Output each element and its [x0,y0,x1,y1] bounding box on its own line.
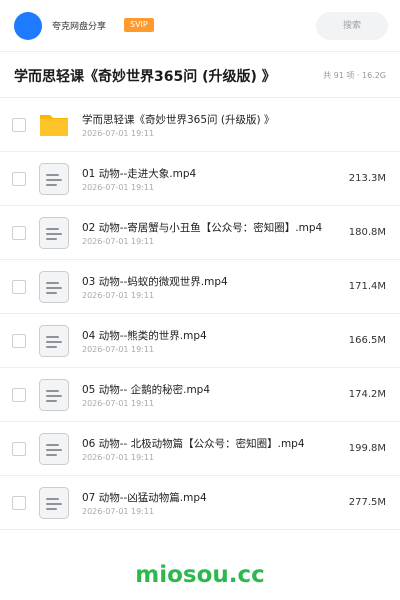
file-row[interactable]: 03 动物--蚂蚁的微观世界.mp4 2026-07-01 19:11 171.4M [0,260,400,314]
user-name: 夸克网盘分享 [52,22,107,32]
file-size: 199.8M [348,443,386,454]
page-title: 学而思轻课《奇妙世界365问 (升级版) 》 [14,69,276,85]
row-checkbox[interactable] [12,172,26,186]
file-name: 01 动物--走进大象.mp4 [82,168,197,180]
file-icon [39,379,69,411]
vip-badge: SVIP [124,18,154,32]
row-checkbox[interactable] [12,334,26,348]
folder-row[interactable]: 学而思轻课《奇妙世界365问 (升级版) 》 2026-07-01 19:11 [0,98,400,152]
file-row[interactable]: 04 动物--熊类的世界.mp4 2026-07-01 19:11 166.5M [0,314,400,368]
file-name: 学而思轻课《奇妙世界365问 (升级版) 》 [82,114,275,126]
file-date: 2026-07-01 19:11 [82,129,155,138]
row-checkbox[interactable] [12,280,26,294]
file-icon [39,271,69,303]
file-size: 213.3M [348,173,386,184]
row-checkbox[interactable] [12,118,26,132]
file-date: 2026-07-01 19:11 [82,183,155,192]
file-size: 166.5M [348,335,386,346]
top-bar: 夸克网盘分享 SVIP [0,0,400,52]
file-date: 2026-07-01 19:11 [82,345,155,354]
file-icon [39,325,69,357]
file-name: 05 动物-- 企鹅的秘密.mp4 [82,384,211,396]
folder-summary: 共 91 项 · 16.2G [323,71,386,80]
row-checkbox[interactable] [12,496,26,510]
file-size: 174.2M [348,389,386,400]
file-name: 03 动物--蚂蚁的微观世界.mp4 [82,276,228,288]
file-date: 2026-07-01 19:11 [82,453,155,462]
file-list: 学而思轻课《奇妙世界365问 (升级版) 》 2026-07-01 19:11 01… [0,98,400,530]
file-size: 171.4M [348,281,386,292]
file-date: 2026-07-01 19:11 [82,237,155,246]
file-icon [39,433,69,465]
file-row[interactable]: 01 动物--走进大象.mp4 2026-07-01 19:11 213.3M [0,152,400,206]
folder-icon [39,109,69,141]
file-row[interactable]: 05 动物-- 企鹅的秘密.mp4 2026-07-01 19:11 174.2M [0,368,400,422]
file-row[interactable]: 07 动物--凶猛动物篇.mp4 2026-07-01 19:11 277.5M [0,476,400,530]
search-box[interactable] [316,12,388,40]
file-name: 02 动物--寄居蟹与小丑鱼【公众号：密知圈】.mp4 [82,222,323,234]
file-date: 2026-07-01 19:11 [82,399,155,408]
folder-header: 学而思轻课《奇妙世界365问 (升级版) 》 共 91 项 · 16.2G [0,52,400,98]
file-row[interactable]: 06 动物-- 北极动物篇【公众号：密知圈】.mp4 2026-07-01 19:… [0,422,400,476]
file-name: 06 动物-- 北极动物篇【公众号：密知圈】.mp4 [82,438,305,450]
row-checkbox[interactable] [12,388,26,402]
file-icon [39,163,69,195]
avatar[interactable] [14,12,42,40]
file-name: 07 动物--凶猛动物篇.mp4 [82,492,207,504]
file-icon [39,217,69,249]
file-date: 2026-07-01 19:11 [82,507,155,516]
file-size: 277.5M [348,497,386,508]
row-checkbox[interactable] [12,226,26,240]
file-date: 2026-07-01 19:11 [82,291,155,300]
file-row[interactable]: 02 动物--寄居蟹与小丑鱼【公众号：密知圈】.mp4 2026-07-01 19… [0,206,400,260]
file-size: 180.8M [348,227,386,238]
row-checkbox[interactable] [12,442,26,456]
watermark: miosou.cc [135,562,265,588]
file-name: 04 动物--熊类的世界.mp4 [82,330,207,342]
search-input[interactable] [316,12,388,40]
file-icon [39,487,69,519]
